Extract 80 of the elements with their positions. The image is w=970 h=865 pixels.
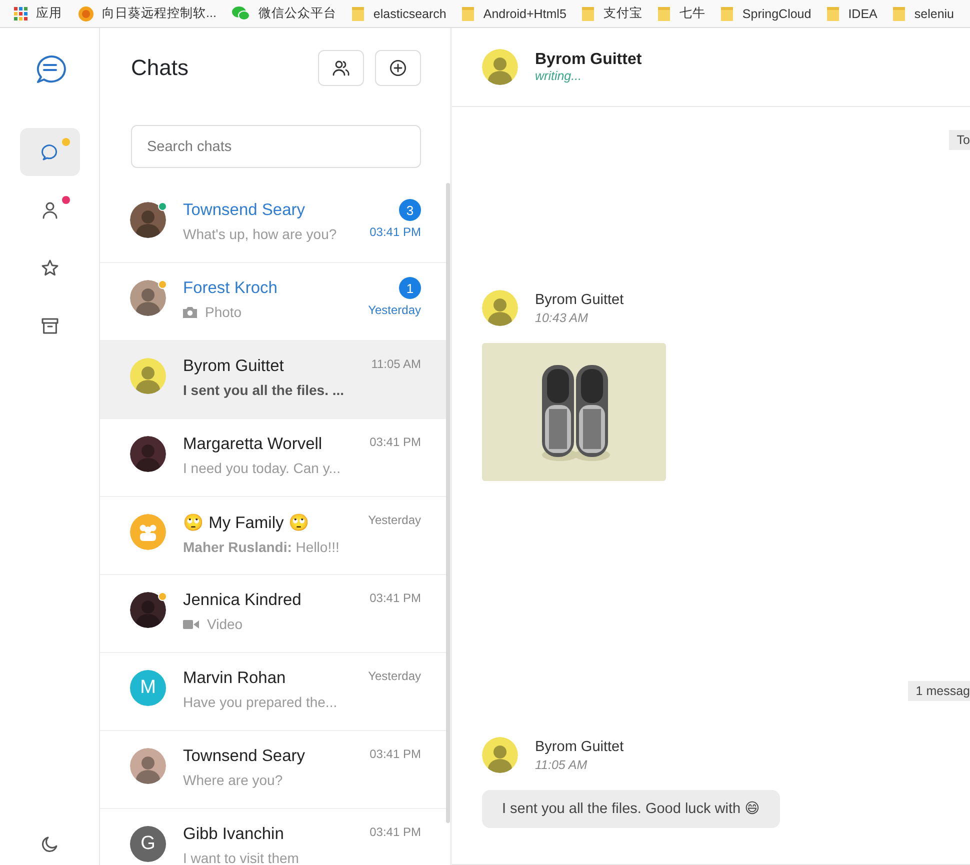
message-preview: Video: [207, 616, 243, 632]
contact-name: Gibb Ivanchin: [183, 825, 285, 844]
chat-item[interactable]: Margaretta Worvell I need you today. Can y... 03:41 PM: [100, 419, 446, 497]
folder-icon: [893, 6, 906, 21]
bookmark-link[interactable]: 向日葵远程控制软...: [102, 5, 216, 22]
folder-icon: [352, 6, 366, 21]
sender-name: Byrom Guittet: [535, 292, 624, 308]
contact-name: Townsend Seary: [183, 201, 306, 220]
bookmark-link[interactable]: 七牛: [679, 5, 706, 22]
group-button[interactable]: [318, 50, 364, 86]
message-time: 03:41 PM: [370, 435, 421, 449]
message-time: Yesterday: [368, 669, 421, 683]
message-time: 03:41 PM: [370, 825, 421, 839]
archive-icon: [40, 317, 58, 335]
contact-name: Marvin Rohan: [183, 669, 287, 688]
folder-icon: [582, 6, 596, 21]
contact-name: Byrom Guittet: [183, 357, 285, 376]
apps-icon: [14, 6, 28, 20]
message-preview: I want to visit them: [183, 850, 299, 865]
sender-name: Byrom Guittet: [535, 738, 624, 754]
chat-item[interactable]: M Marvin Rohan Have you prepared the... Yesterday: [100, 653, 446, 731]
message-preview: What's up, how are you?: [183, 226, 337, 242]
star-icon: [40, 259, 58, 277]
folder-icon: [827, 6, 840, 21]
camera-icon: [183, 306, 197, 318]
message-bubble: I sent you all the files. Good luck with 😄: [482, 790, 780, 828]
video-camera-icon: [183, 618, 199, 630]
search-field[interactable]: Search chats: [131, 125, 421, 168]
contact-name: 🙄 My Family 🙄: [183, 513, 310, 533]
bookmark-link[interactable]: 微信公众平台: [258, 5, 336, 22]
panel-title: Chats: [131, 55, 190, 81]
unread-count: 1: [399, 277, 421, 299]
message-preview: Have you prepared the...: [183, 694, 338, 710]
nav-item[interactable]: [20, 128, 80, 176]
contact-name: Forest Kroch: [183, 279, 278, 298]
chat-item[interactable]: 🙄 My Family 🙄 Maher Ruslandi: Hello!!! Yesterday: [100, 497, 446, 575]
message-time: 11:05 AM: [535, 758, 588, 772]
message-preview: I sent you all the files. ...: [183, 382, 344, 398]
folder-icon: [721, 6, 734, 21]
message-time: 03:41 PM: [370, 591, 421, 605]
contact-name: Jennica Kindred: [183, 591, 302, 610]
unread-count: 3: [399, 199, 421, 221]
bookmark-link[interactable]: IDEA: [848, 6, 878, 20]
sunflower-icon: [78, 6, 94, 22]
message-time: 03:41 PM: [370, 747, 421, 761]
users-icon: [332, 60, 350, 76]
avatar: M: [130, 670, 166, 706]
chat-icon: [40, 143, 58, 161]
contact-name: Townsend Seary: [183, 747, 306, 766]
message-preview: Photo: [205, 304, 242, 320]
message-time: 03:41 PM: [370, 225, 421, 239]
user-icon: [40, 201, 58, 219]
bookmark-link[interactable]: 支付宝: [603, 5, 642, 22]
message-preview: I need you today. Can y...: [183, 460, 340, 476]
bookmark-link[interactable]: elasticsearch: [373, 6, 446, 20]
chat-item[interactable]: G Gibb Ivanchin I want to visit them 03:41 PM: [100, 809, 446, 865]
folder-icon: [658, 6, 672, 21]
bookmark-link[interactable]: Android+Html5: [483, 6, 566, 20]
avatar: G: [130, 826, 166, 862]
chat-bubbles-icon: [232, 6, 250, 21]
bookmark-link[interactable]: SpringCloud: [742, 6, 812, 20]
message-time: Yesterday: [368, 303, 421, 317]
folder-icon: [462, 6, 476, 21]
bookmark-link[interactable]: 应用: [36, 5, 62, 22]
message-time: 11:05 AM: [371, 357, 421, 371]
moon-icon: [40, 835, 58, 853]
chat-item[interactable]: Townsend Seary What's up, how are you? 3 03:41 PM: [100, 185, 446, 263]
chat-item[interactable]: Townsend Seary Where are you? 03:41 PM: [100, 731, 446, 809]
chat-item[interactable]: Byrom Guittet I sent you all the files. ... 11:05 AM: [100, 341, 446, 419]
chat-item[interactable]: Jennica Kindred Video 03:41 PM: [100, 575, 446, 653]
add-icon: [389, 59, 407, 77]
message-time: 10:43 AM: [535, 310, 590, 324]
typing-status: writing...: [535, 69, 583, 83]
new-chat-button[interactable]: [375, 50, 421, 86]
contact-name: Byrom Guittet: [535, 51, 642, 69]
bookmark-link[interactable]: seleniu: [914, 6, 954, 20]
message-time: Yesterday: [368, 513, 421, 527]
message-preview: Maher Ruslandi: Hello!!!: [183, 539, 340, 555]
contact-name: Margaretta Worvell: [183, 435, 324, 454]
message-preview: Where are you?: [183, 772, 283, 788]
